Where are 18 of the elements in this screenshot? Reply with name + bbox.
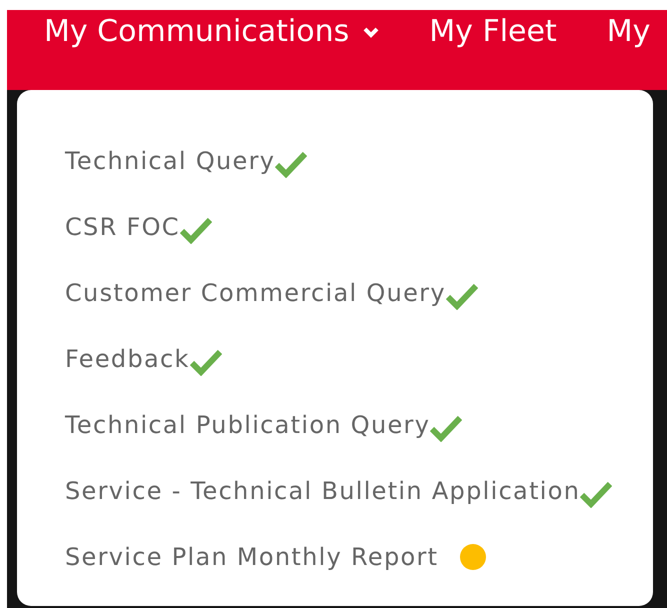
menu-item[interactable]: Customer Commercial Query [65, 260, 653, 326]
check-icon [430, 414, 462, 442]
menu-item[interactable]: Service Plan Monthly Report [65, 524, 653, 590]
menu-item[interactable]: Feedback [65, 326, 653, 392]
menu-item[interactable]: Technical Query [65, 128, 653, 194]
check-icon [275, 150, 308, 178]
check-icon [180, 216, 212, 244]
menu-item[interactable]: Technical Publication Query [65, 392, 653, 458]
nav-link[interactable]: My Communications [44, 14, 380, 49]
nav-link[interactable]: My [606, 14, 650, 49]
menu-item[interactable]: Service - Technical Bulletin Application [65, 458, 653, 524]
nav-link[interactable]: My Fleet [429, 14, 557, 49]
menu-item[interactable]: CSR FOC [65, 194, 653, 260]
check-icon [190, 348, 222, 376]
status-dot [460, 544, 486, 570]
check-icon [446, 282, 478, 310]
check-icon [580, 480, 612, 508]
chevron-down-icon [363, 26, 380, 38]
